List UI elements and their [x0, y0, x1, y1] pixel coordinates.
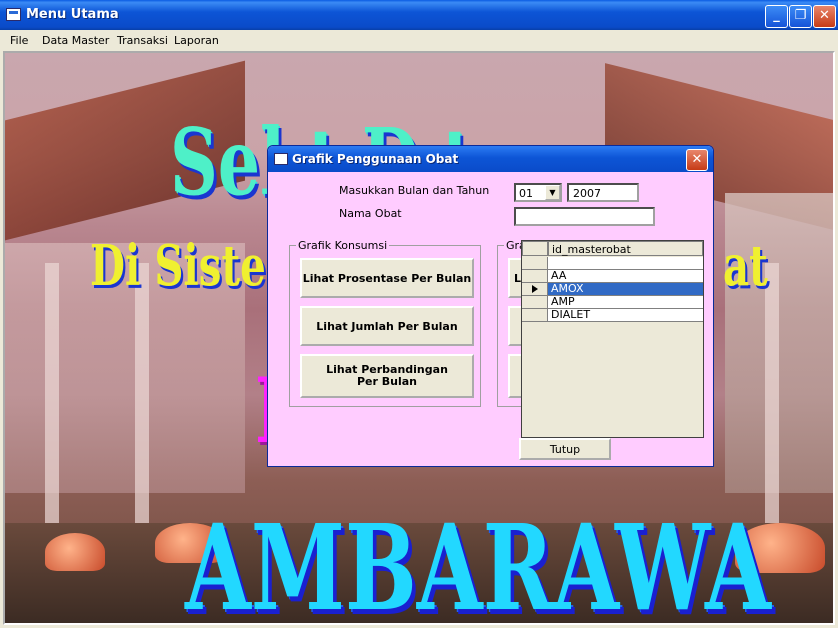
grid-corner-cell — [522, 241, 548, 256]
background-pillar — [765, 263, 779, 523]
grid-row[interactable] — [522, 257, 703, 270]
grafik-konsumsi-group: Grafik Konsumsi Lihat Prosentase Per Bul… — [289, 239, 481, 407]
minimize-button[interactable]: _ — [765, 5, 788, 28]
menu-bar: File Data Master Transaksi Laporan — [0, 30, 838, 51]
dialog-close-button[interactable]: ✕ — [686, 149, 708, 171]
background-mushroom — [45, 533, 105, 571]
month-select[interactable]: 01 ▼ — [514, 183, 562, 202]
grid-header: id_masterobat — [522, 241, 703, 257]
drug-list-grid[interactable]: id_masterobat AA AMOX AMP DIALET — [521, 240, 704, 438]
menu-transaksi[interactable]: Transaksi — [117, 34, 168, 47]
dialog-titlebar[interactable]: Grafik Penggunaan Obat ✕ — [268, 146, 713, 172]
chevron-down-icon[interactable]: ▼ — [545, 185, 560, 200]
month-value: 01 — [519, 187, 533, 200]
background-pillar — [135, 263, 149, 523]
year-input[interactable]: 2007 — [567, 183, 639, 202]
drug-name-input[interactable] — [514, 207, 655, 226]
grid-row[interactable]: DIALET — [522, 309, 703, 322]
system-text-right: at — [723, 233, 768, 299]
row-selector[interactable] — [522, 309, 548, 322]
grid-row-selected[interactable]: AMOX — [522, 283, 703, 296]
window-title: Menu Utama — [26, 7, 119, 22]
lihat-jumlah-button[interactable]: Lihat Jumlah Per Bulan — [300, 306, 474, 346]
dialog-icon — [274, 153, 288, 165]
month-year-label: Masukkan Bulan dan Tahun — [339, 184, 490, 197]
background-pillar — [45, 263, 59, 523]
dialog-title: Grafik Penggunaan Obat — [292, 152, 459, 166]
tutup-label: Tutup — [549, 443, 581, 456]
close-button[interactable]: ✕ — [813, 5, 836, 28]
drug-name-label: Nama Obat — [339, 207, 402, 220]
menu-laporan[interactable]: Laporan — [174, 34, 219, 47]
menu-data-master[interactable]: Data Master — [42, 34, 109, 47]
row-selector[interactable] — [522, 283, 548, 296]
ambarawa-text: AMBARAWA — [185, 498, 771, 625]
grid-cell[interactable] — [548, 257, 703, 270]
row-selector[interactable] — [522, 257, 548, 270]
grid-row[interactable]: AMP — [522, 296, 703, 309]
grid-row[interactable]: AA — [522, 270, 703, 283]
main-titlebar[interactable]: Menu Utama _ ❐ ✕ — [0, 0, 838, 30]
current-row-pointer-icon — [532, 285, 538, 293]
tutup-button[interactable]: Tutup — [519, 438, 611, 460]
lihat-perbandingan-button[interactable]: Lihat Perbandingan Per Bulan — [300, 354, 474, 398]
restore-button[interactable]: ❐ — [789, 5, 812, 28]
grid-cell[interactable]: DIALET — [548, 309, 703, 322]
grid-body: id_masterobat AA AMOX AMP DIALET — [522, 241, 703, 437]
app-icon — [6, 8, 21, 21]
menu-file[interactable]: File — [10, 34, 28, 47]
group-caption: Grafik Konsumsi — [296, 239, 390, 252]
row-selector[interactable] — [522, 270, 548, 283]
row-selector[interactable] — [522, 296, 548, 309]
lihat-prosentase-button[interactable]: Lihat Prosentase Per Bulan — [300, 258, 474, 298]
grid-column-header[interactable]: id_masterobat — [548, 241, 703, 256]
